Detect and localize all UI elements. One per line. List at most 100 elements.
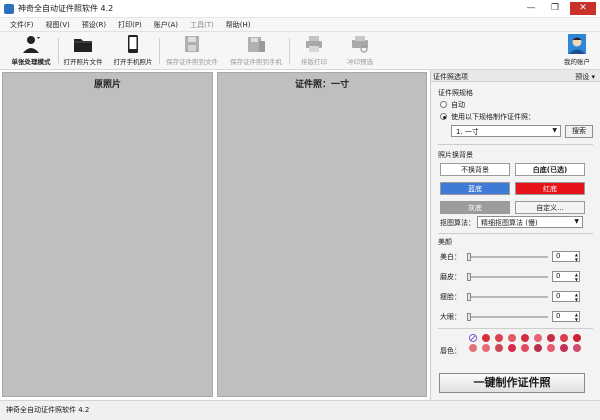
menu-tools[interactable]: 工具(T) (190, 20, 214, 30)
slider-track[interactable] (468, 276, 548, 278)
minimize-button[interactable]: — (522, 2, 540, 15)
menu-bar: 文件(F) 视图(V) 预设(R) 打印(P) 账户(A) 工具(T) 帮助(H… (0, 18, 600, 32)
lip-color-swatch[interactable] (508, 334, 516, 342)
menu-account[interactable]: 账户(A) (154, 20, 178, 30)
lip-color-swatch[interactable] (521, 334, 529, 342)
user-icon (23, 36, 40, 53)
search-button[interactable]: 搜索 (565, 125, 593, 138)
slim-face-slider[interactable]: 瘦脸： 0 ▲ ▼ (440, 291, 590, 302)
slider-label: 大眼： (440, 313, 461, 321)
preset-dropdown[interactable]: 预设 ▾ (575, 72, 595, 82)
slider-thumb[interactable] (467, 253, 471, 261)
save-phone-button[interactable]: 保存证件照到手机 (226, 34, 286, 66)
radio-auto-label: 自动 (451, 101, 465, 109)
menu-preset[interactable]: 预设(R) (82, 20, 106, 30)
generate-id-photo-button[interactable]: 一键制作证件照 (439, 373, 585, 393)
menu-print[interactable]: 打印(P) (118, 20, 142, 30)
radio-auto[interactable] (440, 101, 447, 108)
value-spinner[interactable]: 0 ▲ ▼ (552, 271, 580, 282)
custom-bg-button[interactable]: 自定义... (515, 201, 585, 214)
lip-color-swatch[interactable] (482, 334, 490, 342)
lip-color-swatch[interactable] (482, 344, 490, 352)
floppy-icon (185, 36, 199, 52)
lip-color-palette (469, 334, 589, 352)
slider-track[interactable] (468, 256, 548, 258)
chevron-down-icon: ▼ (574, 218, 579, 225)
lip-color-swatch[interactable] (495, 334, 503, 342)
status-bar: 神奇全自动证件照软件 4.2 (0, 400, 600, 420)
white-bg-button[interactable]: 白底(已选) (515, 163, 585, 176)
menu-file[interactable]: 文件(F) (10, 20, 34, 30)
spec-section-title: 证件照规格 (438, 89, 473, 97)
no-bg-change-button[interactable]: 不换背景 (440, 163, 510, 176)
close-button[interactable]: ✕ (570, 2, 596, 15)
lip-color-swatch[interactable] (573, 334, 581, 342)
slider-track[interactable] (468, 316, 548, 318)
algo-select[interactable]: 精细抠图算法 (慢) ▼ (477, 216, 583, 228)
slider-thumb[interactable] (467, 313, 471, 321)
lip-color-swatch[interactable] (534, 334, 542, 342)
spinner-arrows-icon[interactable]: ▲ ▼ (575, 272, 578, 282)
maximize-button[interactable]: ❐ (546, 2, 564, 15)
open-file-label: 打开照片文件 (63, 58, 103, 66)
app-icon (4, 4, 14, 14)
lip-color-swatch[interactable] (469, 344, 477, 352)
lip-color-swatch[interactable] (508, 344, 516, 352)
menu-view[interactable]: 视图(V) (46, 20, 70, 30)
spinner-arrows-icon[interactable]: ▲ ▼ (575, 292, 578, 302)
print-preview-icon (352, 36, 368, 53)
account-button[interactable]: 我的账户 (560, 34, 594, 66)
slider-thumb[interactable] (467, 293, 471, 301)
status-text: 神奇全自动证件照软件 4.2 (6, 406, 90, 414)
spinner-arrows-icon[interactable]: ▲ ▼ (575, 312, 578, 322)
gray-bg-button[interactable]: 灰底 (440, 201, 510, 214)
lip-color-swatch[interactable] (495, 344, 503, 352)
toolbar-separator (159, 38, 160, 64)
account-label: 我的账户 (564, 58, 590, 66)
radio-custom-spec[interactable] (440, 113, 447, 120)
toolbar-separator (58, 38, 59, 64)
layout-print-button[interactable]: 排版打印 (294, 34, 334, 66)
slider-label: 瘦脸： (440, 293, 461, 301)
options-header: 证件照选项 预设 ▾ (431, 70, 600, 82)
slider-label: 磨皮： (440, 273, 461, 281)
open-phone-button[interactable]: 打开手机照片 (110, 34, 156, 66)
slider-track[interactable] (468, 296, 548, 298)
spec-select[interactable]: 1. 一寸 ▼ (451, 125, 561, 137)
single-mode-button[interactable]: 单张处理模式 (6, 34, 56, 66)
lip-color-none-swatch[interactable] (469, 334, 477, 342)
spec-select-value: 1. 一寸 (456, 128, 479, 136)
value-spinner[interactable]: 0 ▲ ▼ (552, 251, 580, 262)
lip-color-swatch[interactable] (560, 334, 568, 342)
red-bg-button[interactable]: 红底 (515, 182, 585, 195)
divider (438, 233, 593, 234)
layout-print-label: 排版打印 (301, 58, 327, 66)
whitening-slider[interactable]: 美白： 0 ▲ ▼ (440, 251, 590, 262)
save-phone-label: 保存证件照到手机 (230, 58, 282, 66)
lip-color-swatch[interactable] (573, 344, 581, 352)
save-file-button[interactable]: 保存证件照到文件 (162, 34, 222, 66)
original-photo-panel[interactable]: 原照片 (2, 72, 213, 397)
algo-label: 抠图算法： (440, 219, 475, 227)
printer-icon (306, 36, 322, 52)
big-eyes-slider[interactable]: 大眼： 0 ▲ ▼ (440, 311, 590, 322)
print-preview-button[interactable]: 冲印预选 (340, 34, 380, 66)
value-spinner[interactable]: 0 ▲ ▼ (552, 291, 580, 302)
open-file-button[interactable]: 打开照片文件 (61, 34, 105, 66)
id-photo-panel[interactable]: 证件照：一寸 (217, 72, 427, 397)
slider-thumb[interactable] (467, 273, 471, 281)
window-controls: — ❐ ✕ (522, 2, 596, 15)
lip-color-swatch[interactable] (560, 344, 568, 352)
lip-color-swatch[interactable] (534, 344, 542, 352)
blue-bg-button[interactable]: 蓝底 (440, 182, 510, 195)
smoothing-slider[interactable]: 磨皮： 0 ▲ ▼ (440, 271, 590, 282)
radio-custom-spec-label: 使用以下规格制作证件照： (451, 113, 535, 121)
spinner-arrows-icon[interactable]: ▲ ▼ (575, 252, 578, 262)
lip-color-swatch[interactable] (521, 344, 529, 352)
lip-color-swatch[interactable] (547, 344, 555, 352)
value-spinner[interactable]: 0 ▲ ▼ (552, 311, 580, 322)
lip-color-swatch[interactable] (547, 334, 555, 342)
save-file-label: 保存证件照到文件 (166, 58, 218, 66)
menu-help[interactable]: 帮助(H) (226, 20, 251, 30)
print-preview-label: 冲印预选 (347, 58, 373, 66)
